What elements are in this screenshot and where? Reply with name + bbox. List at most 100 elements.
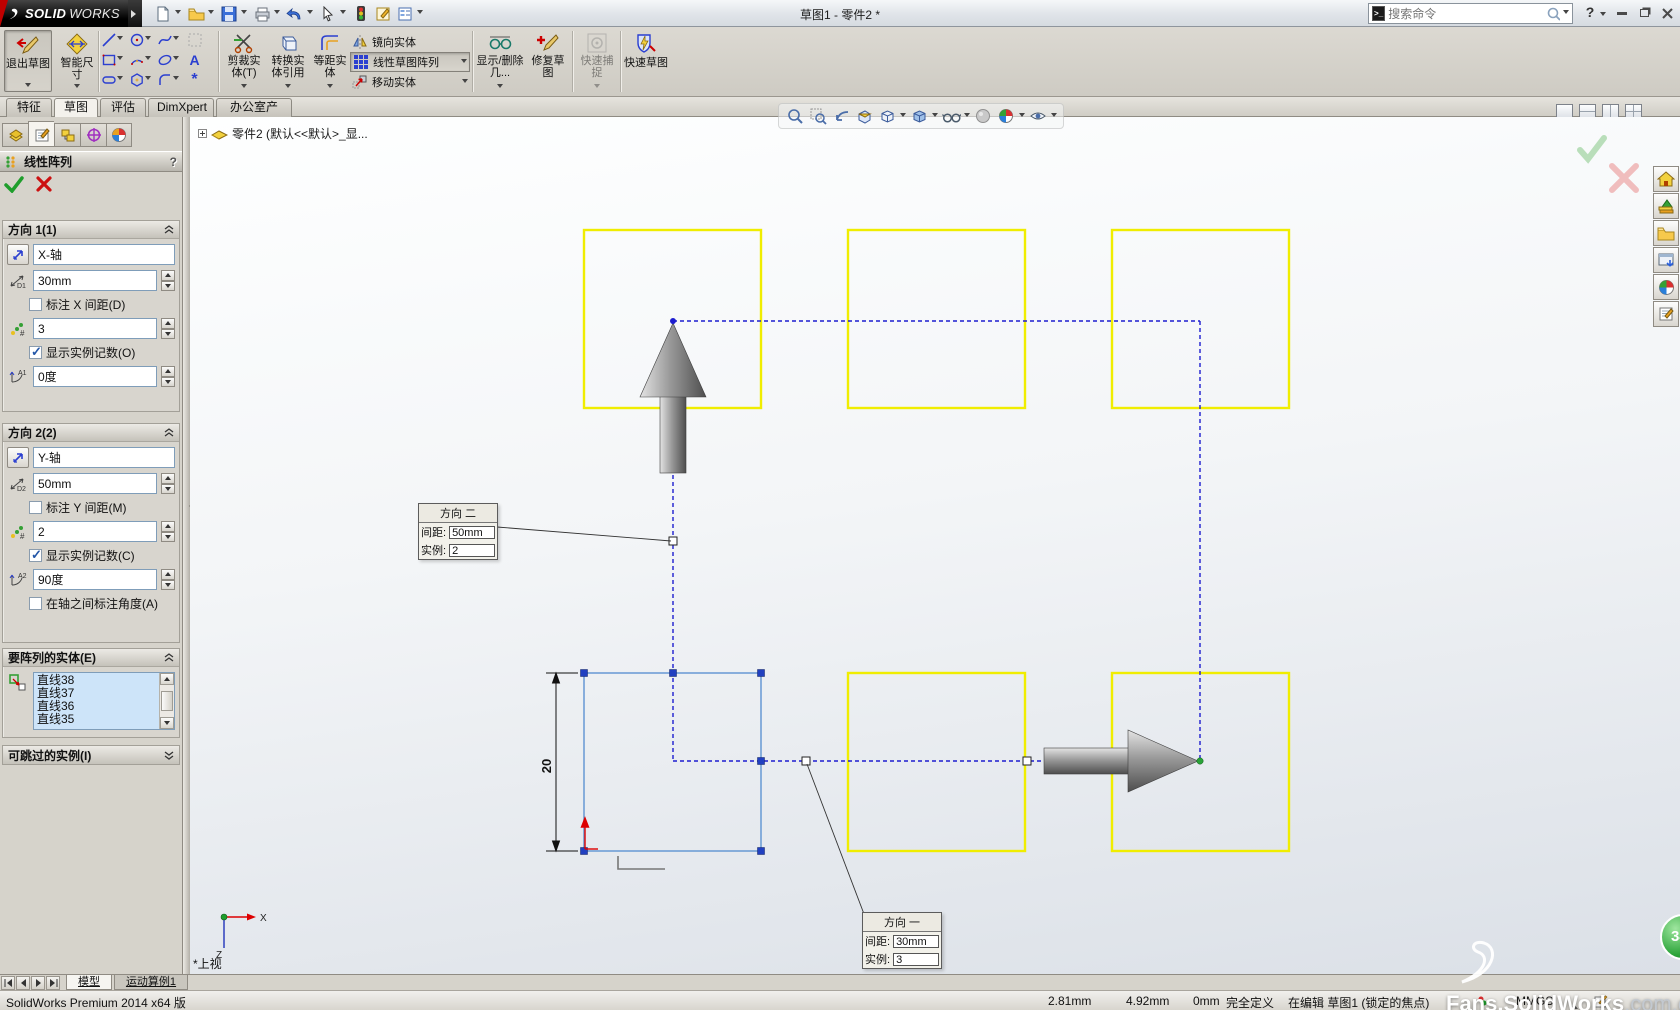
display-manager-tab[interactable] xyxy=(106,123,132,147)
confirm-corner-ok-icon[interactable] xyxy=(1580,138,1604,159)
search-scope-icon[interactable]: >_ xyxy=(1372,6,1385,21)
view-orientation-button[interactable] xyxy=(877,106,897,126)
status-units[interactable]: MMGS xyxy=(1516,994,1553,1008)
minimize-button[interactable] xyxy=(1612,4,1632,22)
resources-home-button[interactable] xyxy=(1653,166,1679,192)
point-tool-button[interactable]: * xyxy=(186,71,203,88)
entities-header[interactable]: 要阵列的实体(E) xyxy=(3,649,179,667)
property-manager-tab[interactable] xyxy=(28,121,54,147)
direction1-spacing-field[interactable] xyxy=(33,270,157,291)
last-tab-button[interactable] xyxy=(46,976,60,990)
show-count1-row[interactable]: 显示实例记数(O) xyxy=(29,344,175,361)
listbox-scrollbar[interactable] xyxy=(159,673,174,729)
menu-flyout-arrow[interactable] xyxy=(128,0,142,27)
direction2-instances-field[interactable] xyxy=(33,521,157,542)
direction1-instances-spinner[interactable] xyxy=(161,318,175,339)
open-file-dropdown[interactable] xyxy=(208,10,214,17)
callout-direction2[interactable]: 方向 二 间距:50mm 实例:2 xyxy=(418,503,498,560)
edit-sketch-status-icon[interactable] xyxy=(1594,995,1608,1010)
select-cursor-button[interactable] xyxy=(317,3,339,25)
options-form-button[interactable] xyxy=(394,3,416,25)
view-orientation-dropdown[interactable] xyxy=(900,113,906,120)
rapid-sketch-button[interactable]: 快速草图 xyxy=(624,30,668,92)
direction1-instance-handle[interactable] xyxy=(1023,757,1031,765)
file-properties-button[interactable] xyxy=(372,3,394,25)
search-dropdown[interactable] xyxy=(1563,10,1569,17)
direction1-instances-field[interactable] xyxy=(33,318,157,339)
help-icon[interactable]: ? xyxy=(170,155,177,169)
callout-dir1-spacing-value[interactable]: 30mm xyxy=(893,935,939,948)
skip-instances-header[interactable]: 可跳过的实例(I) xyxy=(3,746,179,764)
cancel-button[interactable] xyxy=(36,176,52,192)
text-tool-button[interactable]: A xyxy=(186,51,203,68)
polygon-tool-button[interactable] xyxy=(128,71,145,88)
quick-snaps-button[interactable]: 快速捕捉 xyxy=(576,30,618,92)
line-tool-dropdown[interactable] xyxy=(117,31,125,48)
hide-show-items-button[interactable] xyxy=(941,106,961,126)
single-view-button[interactable] xyxy=(1556,104,1573,118)
direction2-spacing-spinner[interactable] xyxy=(161,473,175,494)
pattern-origin-point[interactable] xyxy=(670,318,676,324)
options-dropdown[interactable] xyxy=(417,10,423,17)
dimension-20-text[interactable]: 20 xyxy=(539,759,554,773)
dim-x-spacing-row[interactable]: 标注 X 间距(D) xyxy=(29,296,175,313)
callout-dir2-spacing-value[interactable]: 50mm xyxy=(449,526,495,539)
prev-tab-button[interactable] xyxy=(16,976,30,990)
edit-appearance-button[interactable] xyxy=(973,106,993,126)
dim-y-spacing-checkbox[interactable] xyxy=(29,501,42,514)
tab-dimxpert[interactable]: DimXpert xyxy=(148,98,214,117)
ellipse-tool-dropdown[interactable] xyxy=(173,51,181,68)
print-button[interactable] xyxy=(251,3,273,25)
apply-scene-dropdown[interactable] xyxy=(1019,113,1025,120)
slot-tool-button[interactable] xyxy=(100,71,117,88)
dim-x-spacing-checkbox[interactable] xyxy=(29,298,42,311)
search-input[interactable] xyxy=(1388,7,1543,21)
fillet-tool-dropdown[interactable] xyxy=(173,71,181,88)
spline-tool-dropdown[interactable] xyxy=(173,31,181,48)
display-style-dropdown[interactable] xyxy=(932,113,938,120)
select-dropdown[interactable] xyxy=(340,10,346,17)
show-instance-count1-checkbox[interactable] xyxy=(29,346,42,359)
direction1-spacing-handle[interactable] xyxy=(802,757,810,765)
scroll-up-button[interactable] xyxy=(160,673,174,685)
show-count2-row[interactable]: 显示实例记数(C) xyxy=(29,547,175,564)
sketch-handles[interactable] xyxy=(581,670,765,855)
direction2-angle-spinner[interactable] xyxy=(161,569,175,590)
new-file-button[interactable] xyxy=(152,3,174,25)
two-view-horizontal-button[interactable] xyxy=(1579,104,1596,118)
fillet-tool-button[interactable] xyxy=(156,71,173,88)
reverse-direction1-button[interactable] xyxy=(7,244,29,265)
callout-dir1-instances-value[interactable]: 3 xyxy=(893,953,939,966)
close-button[interactable] xyxy=(1657,4,1677,22)
slot-tool-dropdown[interactable] xyxy=(117,71,125,88)
direction2-header[interactable]: 方向 2(2) xyxy=(3,424,179,442)
section-view-button[interactable] xyxy=(854,106,874,126)
repair-sketch-button[interactable]: 修复草图 xyxy=(527,30,569,92)
pattern-end-point[interactable] xyxy=(1197,758,1203,764)
ellipse-tool-button[interactable] xyxy=(156,51,173,68)
flyout-feature-tree[interactable]: 零件2 (默认<<默认>_显... xyxy=(198,125,368,142)
open-file-button[interactable] xyxy=(185,3,207,25)
tree-part-label[interactable]: 零件2 (默认<<默认>_显... xyxy=(232,125,368,142)
smart-dimension-button[interactable]: 智能尺寸 xyxy=(56,30,98,92)
polygon-tool-dropdown[interactable] xyxy=(145,71,153,88)
print-dropdown[interactable] xyxy=(274,10,280,17)
circle-tool-button[interactable] xyxy=(128,31,145,48)
view-settings-dropdown[interactable] xyxy=(1051,113,1057,120)
select-region-tool-button[interactable] xyxy=(186,31,203,48)
pattern-direction-path[interactable] xyxy=(673,321,1200,761)
display-style-button[interactable] xyxy=(909,106,929,126)
direction1-header[interactable]: 方向 1(1) xyxy=(3,221,179,239)
help-dropdown[interactable] xyxy=(1600,12,1606,19)
angle-between-row[interactable]: 在轴之间标注角度(A) xyxy=(29,595,175,612)
tab-office-products[interactable]: 办公室产品 xyxy=(216,98,292,117)
feature-manager-tab[interactable] xyxy=(2,123,28,147)
file-explorer-button[interactable] xyxy=(1653,220,1679,246)
sketch-step-line[interactable] xyxy=(618,856,665,869)
linear-pattern-dropdown[interactable] xyxy=(461,59,467,66)
move-entities-button[interactable]: 移动实体 xyxy=(350,72,470,92)
tree-expand-icon[interactable] xyxy=(198,129,207,138)
move-entities-dropdown[interactable] xyxy=(462,79,468,86)
restore-button[interactable] xyxy=(1634,4,1654,22)
ok-button[interactable] xyxy=(4,175,24,193)
